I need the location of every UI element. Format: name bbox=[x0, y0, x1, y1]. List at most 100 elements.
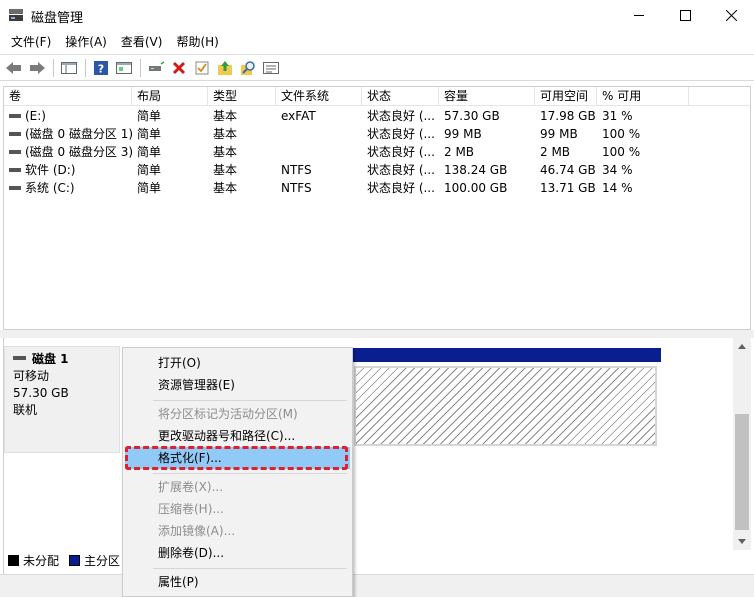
menu-item-open[interactable]: 打开(O) bbox=[125, 352, 350, 374]
status-cell: 状态良好 (... bbox=[367, 145, 435, 159]
volume-name: 系统 (C:) bbox=[25, 181, 75, 195]
disk-icon bbox=[13, 356, 26, 360]
type-cell: 基本 bbox=[213, 109, 238, 123]
free-space-cell: 99 MB bbox=[540, 127, 578, 141]
table-row[interactable]: (磁盘 0 磁盘分区 3) 简单 基本 状态良好 (... 2 MB 2 MB … bbox=[4, 143, 750, 161]
menu-file[interactable]: 文件(F) bbox=[4, 31, 58, 53]
legend-label-primary: 主分区 bbox=[84, 554, 121, 568]
column-header-layout[interactable]: 布局 bbox=[132, 87, 208, 106]
layout-cell: 简单 bbox=[137, 145, 162, 159]
svg-text:?: ? bbox=[98, 62, 104, 75]
percent-free-cell: 31 % bbox=[602, 109, 633, 123]
free-space-cell: 13.71 GB bbox=[540, 181, 596, 195]
filesystem-cell: NTFS bbox=[281, 163, 312, 177]
capacity-cell: 57.30 GB bbox=[444, 109, 500, 123]
toolbar: ? bbox=[0, 54, 754, 81]
filesystem-cell bbox=[276, 143, 362, 161]
column-header-free-space[interactable]: 可用空间 bbox=[535, 87, 597, 106]
back-arrow-icon bbox=[6, 61, 21, 74]
percent-free-cell: 34 % bbox=[602, 163, 633, 177]
toolbar-separator bbox=[140, 58, 141, 77]
legend: 未分配 主分区 bbox=[8, 552, 126, 569]
back-button[interactable] bbox=[3, 57, 25, 79]
column-header-status[interactable]: 状态 bbox=[362, 87, 439, 106]
delete-button[interactable] bbox=[168, 57, 190, 79]
console-tree-icon bbox=[61, 61, 77, 74]
layout-cell: 简单 bbox=[137, 109, 162, 123]
console-tree-button[interactable] bbox=[58, 57, 80, 79]
folder-up-button[interactable] bbox=[214, 57, 236, 79]
legend-swatch-unallocated bbox=[8, 555, 19, 566]
table-row[interactable]: (磁盘 0 磁盘分区 1) 简单 基本 状态良好 (... 99 MB 99 M… bbox=[4, 125, 750, 143]
table-row[interactable]: 软件 (D:) 简单 基本 NTFS 状态良好 (... 138.24 GB 4… bbox=[4, 161, 750, 179]
layout-cell: 简单 bbox=[137, 181, 162, 195]
volume-icon bbox=[9, 149, 21, 154]
checklist-button[interactable] bbox=[191, 57, 213, 79]
volume-name: (磁盘 0 磁盘分区 1) bbox=[25, 127, 132, 141]
connect-drive-icon bbox=[149, 60, 165, 71]
volume-icon bbox=[9, 167, 21, 172]
status-cell: 状态良好 (... bbox=[367, 163, 435, 177]
disk-type: 可移动 bbox=[13, 369, 50, 383]
disk-size: 57.30 GB bbox=[13, 386, 69, 400]
menu-item-change-drive-letter[interactable]: 更改驱动器号和路径(C)... bbox=[125, 425, 350, 447]
menu-item-add-mirror: 添加镜像(A)... bbox=[158, 524, 236, 538]
capacity-cell: 100.00 GB bbox=[444, 181, 508, 195]
type-cell: 基本 bbox=[213, 181, 238, 195]
type-cell: 基本 bbox=[213, 127, 238, 141]
close-button[interactable] bbox=[708, 0, 754, 31]
column-header-volume[interactable]: 卷 bbox=[4, 87, 132, 106]
volume-icon bbox=[9, 131, 21, 136]
partition-block[interactable] bbox=[354, 366, 657, 446]
properties-icon bbox=[116, 61, 132, 74]
filesystem-cell: NTFS bbox=[281, 181, 312, 195]
help-button[interactable]: ? bbox=[90, 57, 112, 79]
menu-item-properties[interactable]: 属性(P) bbox=[125, 571, 350, 593]
properties-button[interactable] bbox=[113, 57, 135, 79]
scroll-down-button[interactable] bbox=[733, 533, 751, 550]
connect-drive-button[interactable] bbox=[145, 57, 167, 79]
status-cell: 状态良好 (... bbox=[367, 127, 435, 141]
menu-item-delete-volume[interactable]: 删除卷(D)... bbox=[125, 542, 350, 564]
scrollbar-thumb[interactable] bbox=[735, 414, 749, 530]
table-row[interactable]: (E:) 简单 基本 exFAT 状态良好 (... 57.30 GB 17.9… bbox=[4, 107, 750, 125]
status-bar bbox=[0, 574, 754, 597]
column-header-capacity[interactable]: 容量 bbox=[439, 87, 535, 106]
context-menu: 打开(O) 资源管理器(E) 将分区标记为活动分区(M) 更改驱动器号和路径(C… bbox=[122, 347, 353, 597]
free-space-cell: 46.74 GB bbox=[540, 163, 596, 177]
status-cell: 状态良好 (... bbox=[367, 109, 435, 123]
menu-help[interactable]: 帮助(H) bbox=[169, 31, 225, 53]
search-icon bbox=[241, 60, 255, 75]
chevron-up-icon bbox=[738, 344, 746, 349]
menu-separator bbox=[153, 400, 347, 401]
minimize-icon bbox=[633, 15, 644, 16]
search-button[interactable] bbox=[237, 57, 259, 79]
vertical-scrollbar[interactable] bbox=[733, 338, 751, 550]
maximize-button[interactable] bbox=[662, 0, 708, 31]
pane-splitter[interactable] bbox=[0, 330, 754, 338]
menu-bar: 文件(F) 操作(A) 查看(V) 帮助(H) bbox=[0, 31, 754, 53]
forward-button[interactable] bbox=[26, 57, 48, 79]
menu-item-format[interactable]: 格式化(F)... bbox=[125, 447, 350, 469]
minimize-button[interactable] bbox=[616, 0, 662, 31]
menu-view[interactable]: 查看(V) bbox=[114, 31, 170, 53]
volume-name: 软件 (D:) bbox=[25, 163, 76, 177]
column-header-type[interactable]: 类型 bbox=[208, 87, 276, 106]
disk-info-panel[interactable]: 磁盘 1 可移动 57.30 GB 联机 bbox=[4, 346, 120, 453]
disk-management-icon bbox=[9, 9, 23, 21]
menu-item-extend-volume: 扩展卷(X)... bbox=[158, 480, 224, 494]
type-cell: 基本 bbox=[213, 145, 238, 159]
capacity-cell: 99 MB bbox=[444, 127, 482, 141]
column-header-filesystem[interactable]: 文件系统 bbox=[276, 87, 362, 106]
toolbar-separator bbox=[85, 58, 86, 77]
table-row[interactable]: 系统 (C:) 简单 基本 NTFS 状态良好 (... 100.00 GB 1… bbox=[4, 179, 750, 197]
close-icon bbox=[725, 10, 737, 21]
percent-free-cell: 14 % bbox=[602, 181, 633, 195]
properties-sheet-button[interactable] bbox=[260, 57, 282, 79]
menu-item-mark-active: 将分区标记为活动分区(M) bbox=[158, 407, 298, 421]
menu-action[interactable]: 操作(A) bbox=[58, 31, 114, 53]
scroll-up-button[interactable] bbox=[733, 338, 751, 355]
volume-icon bbox=[9, 185, 21, 190]
menu-item-explorer[interactable]: 资源管理器(E) bbox=[125, 374, 350, 396]
column-header-percent-free[interactable]: % 可用 bbox=[597, 87, 689, 106]
